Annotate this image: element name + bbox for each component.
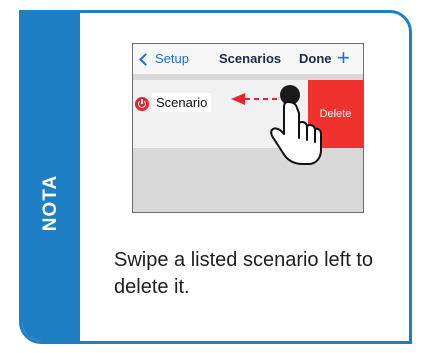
chevron-left-icon	[139, 52, 152, 66]
done-button[interactable]: Done	[299, 51, 332, 66]
nav-title: Scenarios	[219, 51, 282, 66]
note-message: Swipe a listed scenario left to delete i…	[114, 249, 374, 298]
power-icon	[135, 97, 149, 111]
back-button[interactable]: Setup	[139, 51, 189, 66]
plus-icon[interactable]: +	[337, 45, 350, 71]
scenario-row[interactable]: Scenario Delete	[133, 80, 363, 148]
note-label: NOTA	[40, 174, 61, 232]
scenario-label: Scenario	[152, 93, 212, 112]
nav-bar: Setup Scenarios Done +	[133, 44, 363, 74]
delete-button[interactable]: Delete	[308, 80, 363, 148]
back-button-label: Setup	[155, 51, 189, 66]
note-card: NOTA Setup Scenarios Done + Scenario Del…	[19, 10, 412, 344]
scenario-row-content: Scenario	[133, 80, 313, 148]
phone-screenshot: Setup Scenarios Done + Scenario Delete	[132, 43, 364, 213]
note-side-band: NOTA	[22, 13, 80, 341]
